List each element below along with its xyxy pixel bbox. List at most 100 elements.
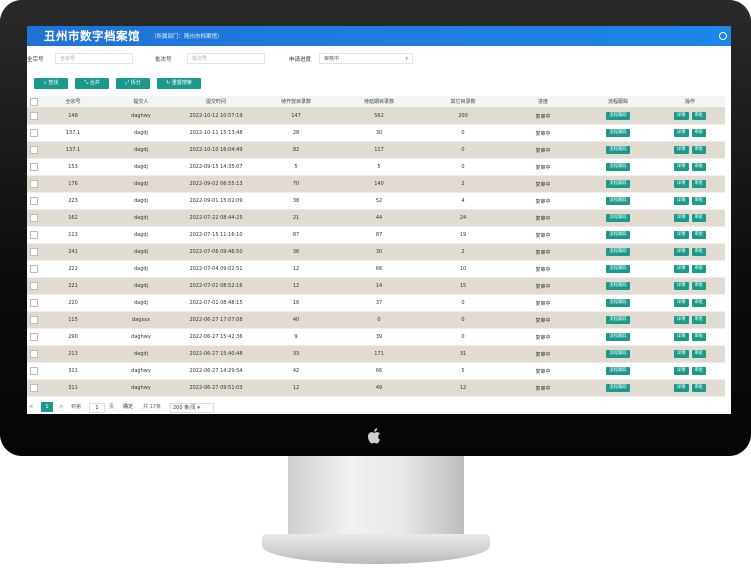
table-row[interactable]: 213 dagdj 2022-06-27 15:40:48 33 171 31 复审中 流程跟…	[27, 345, 725, 363]
trace-button[interactable]: 流程跟踪	[606, 384, 630, 392]
search-button[interactable]: ⌕ 查找	[34, 78, 68, 89]
detail-button[interactable]: 详情	[673, 180, 689, 188]
row-select-cell[interactable]	[27, 362, 41, 380]
trace-button[interactable]: 流程跟踪	[606, 367, 630, 375]
row-checkbox[interactable]	[30, 384, 38, 392]
review-button[interactable]: 审批	[691, 367, 707, 375]
trace-button[interactable]: 流程跟踪	[606, 197, 630, 205]
table-row[interactable]: 115 dagsxx 2022-06-27 17:07:08 40 0 0 复审中 流程跟踪详…	[27, 311, 725, 329]
review-button[interactable]: 审批	[691, 163, 707, 171]
row-select-cell[interactable]	[27, 328, 41, 346]
goto-confirm-button[interactable]: 确定	[123, 403, 133, 412]
trace-button[interactable]: 流程跟踪	[606, 163, 630, 171]
trace-button[interactable]: 流程跟踪	[606, 333, 630, 341]
detail-button[interactable]: 详情	[673, 129, 689, 137]
detail-button[interactable]: 详情	[673, 333, 689, 341]
reset-button[interactable]: ↻ 重置搜索	[157, 78, 201, 89]
split-button[interactable]: ⤢ 拆分	[116, 78, 150, 89]
review-button[interactable]: 审批	[691, 248, 707, 256]
row-select-cell[interactable]	[27, 345, 41, 363]
detail-button[interactable]: 详情	[673, 231, 689, 239]
table-row[interactable]: 220 dagdj 2022-07-01 08:48:15 16 37 0 复审中 流程跟踪 详…	[27, 294, 725, 312]
trace-button[interactable]: 流程跟踪	[606, 299, 630, 307]
detail-button[interactable]: 详情	[673, 163, 689, 171]
table-row[interactable]: 137.1 dagdj 2022-10-10 16:04:49 82 117 0 复审中 流程…	[27, 141, 725, 159]
row-select-cell[interactable]	[27, 260, 41, 278]
review-button[interactable]: 审批	[691, 197, 707, 205]
trace-button[interactable]: 流程跟踪	[606, 248, 630, 256]
review-button[interactable]: 审批	[691, 282, 707, 290]
row-checkbox[interactable]	[30, 367, 38, 375]
row-checkbox[interactable]	[30, 214, 38, 222]
row-select-cell[interactable]	[27, 294, 41, 312]
detail-button[interactable]: 详情	[673, 367, 689, 375]
table-row[interactable]: 148 daghwy 2022-10-12 10:57:19 147 562 200 复审中…	[27, 107, 725, 125]
detail-button[interactable]: 详情	[673, 384, 689, 392]
review-button[interactable]: 审批	[691, 384, 707, 392]
row-checkbox[interactable]	[30, 265, 38, 273]
row-checkbox[interactable]	[30, 299, 38, 307]
trace-button[interactable]: 流程跟踪	[606, 231, 630, 239]
merge-button[interactable]: ⤡ 合并	[75, 78, 109, 89]
table-row[interactable]: 153 dagdj 2022-09-15 14:35:07 5 5 0 复审中 流程跟踪 详情审…	[27, 158, 725, 176]
trace-button[interactable]: 流程跟踪	[606, 129, 630, 137]
review-button[interactable]: 审批	[691, 316, 707, 324]
review-button[interactable]: 审批	[691, 231, 707, 239]
table-row[interactable]: 221 dagdj 2022-07-01 08:52:16 12 14 15 复审中 流程跟踪…	[27, 277, 725, 295]
goto-page-input[interactable]: 1	[89, 403, 105, 413]
trace-button[interactable]: 流程跟踪	[606, 316, 630, 324]
trace-button[interactable]: 流程跟踪	[606, 282, 630, 290]
select-all-checkbox[interactable]	[30, 97, 38, 106]
detail-button[interactable]: 详情	[673, 282, 689, 290]
row-select-cell[interactable]	[27, 379, 41, 397]
row-checkbox[interactable]	[30, 197, 38, 205]
review-button[interactable]: 审批	[691, 350, 707, 358]
row-select-cell[interactable]	[27, 243, 41, 261]
row-checkbox[interactable]	[30, 231, 38, 239]
detail-button[interactable]: 详情	[673, 197, 689, 205]
table-row[interactable]: 222 dagdj 2022-07-04 09:02:51 12 66 10 复审中 流程跟踪…	[27, 260, 725, 278]
trace-button[interactable]: 流程跟踪	[606, 214, 630, 222]
trace-button[interactable]: 流程跟踪	[606, 265, 630, 273]
row-checkbox[interactable]	[30, 180, 38, 188]
review-button[interactable]: 审批	[691, 333, 707, 341]
row-checkbox[interactable]	[30, 163, 38, 171]
table-row[interactable]: 290 daghwy 2022-06-27 15:42:36 9 39 0 复审中 流程跟踪 详…	[27, 328, 725, 346]
row-checkbox[interactable]	[30, 316, 38, 324]
table-row[interactable]: 311 daghwy 2022-06-27 09:51:03 12 49 12 复审中 流程跟…	[27, 379, 725, 397]
row-select-cell[interactable]	[27, 175, 41, 193]
row-checkbox[interactable]	[30, 282, 38, 290]
prev-page-button[interactable]: <	[29, 403, 33, 412]
page-size-select[interactable]: 200 条/页 ▾	[170, 403, 214, 413]
detail-button[interactable]: 详情	[673, 214, 689, 222]
review-button[interactable]: 审批	[691, 180, 707, 188]
row-checkbox[interactable]	[30, 350, 38, 358]
review-button[interactable]: 审批	[691, 299, 707, 307]
detail-button[interactable]: 详情	[673, 248, 689, 256]
detail-button[interactable]: 详情	[673, 112, 689, 120]
row-select-cell[interactable]	[27, 124, 41, 142]
review-button[interactable]: 审批	[691, 214, 707, 222]
detail-button[interactable]: 详情	[673, 146, 689, 154]
trace-button[interactable]: 流程跟踪	[606, 180, 630, 188]
review-button[interactable]: 审批	[691, 265, 707, 273]
row-checkbox[interactable]	[30, 112, 38, 120]
trace-button[interactable]: 流程跟踪	[606, 112, 630, 120]
review-button[interactable]: 审批	[691, 129, 707, 137]
batch-input[interactable]: 批次号	[187, 53, 265, 64]
table-row[interactable]: 241 dagdj 2022-07-06 09:46:50 36 30 2 复审中 流程跟踪 详…	[27, 243, 725, 261]
row-select-cell[interactable]	[27, 107, 41, 125]
row-checkbox[interactable]	[30, 333, 38, 341]
next-page-button[interactable]: >	[59, 403, 63, 412]
current-page[interactable]: 1	[41, 402, 53, 412]
row-select-cell[interactable]	[27, 277, 41, 295]
table-row[interactable]: 176 dagdj 2022-09-02 06:55:13 70 140 2 复审中 流程跟踪…	[27, 175, 725, 193]
progress-select[interactable]: 审核中 ▾	[319, 53, 413, 64]
detail-button[interactable]: 详情	[673, 265, 689, 273]
table-row[interactable]: 162 dagdj 2022-07-22 08:44:25 21 44 24 复审中 流程跟踪…	[27, 209, 725, 227]
review-button[interactable]: 审批	[691, 146, 707, 154]
table-row[interactable]: 113 dagdj 2022-07-15 11:16:10 87 87 19 复审中 流程跟踪…	[27, 226, 725, 244]
row-checkbox[interactable]	[30, 146, 38, 154]
trace-button[interactable]: 流程跟踪	[606, 350, 630, 358]
detail-button[interactable]: 详情	[673, 350, 689, 358]
